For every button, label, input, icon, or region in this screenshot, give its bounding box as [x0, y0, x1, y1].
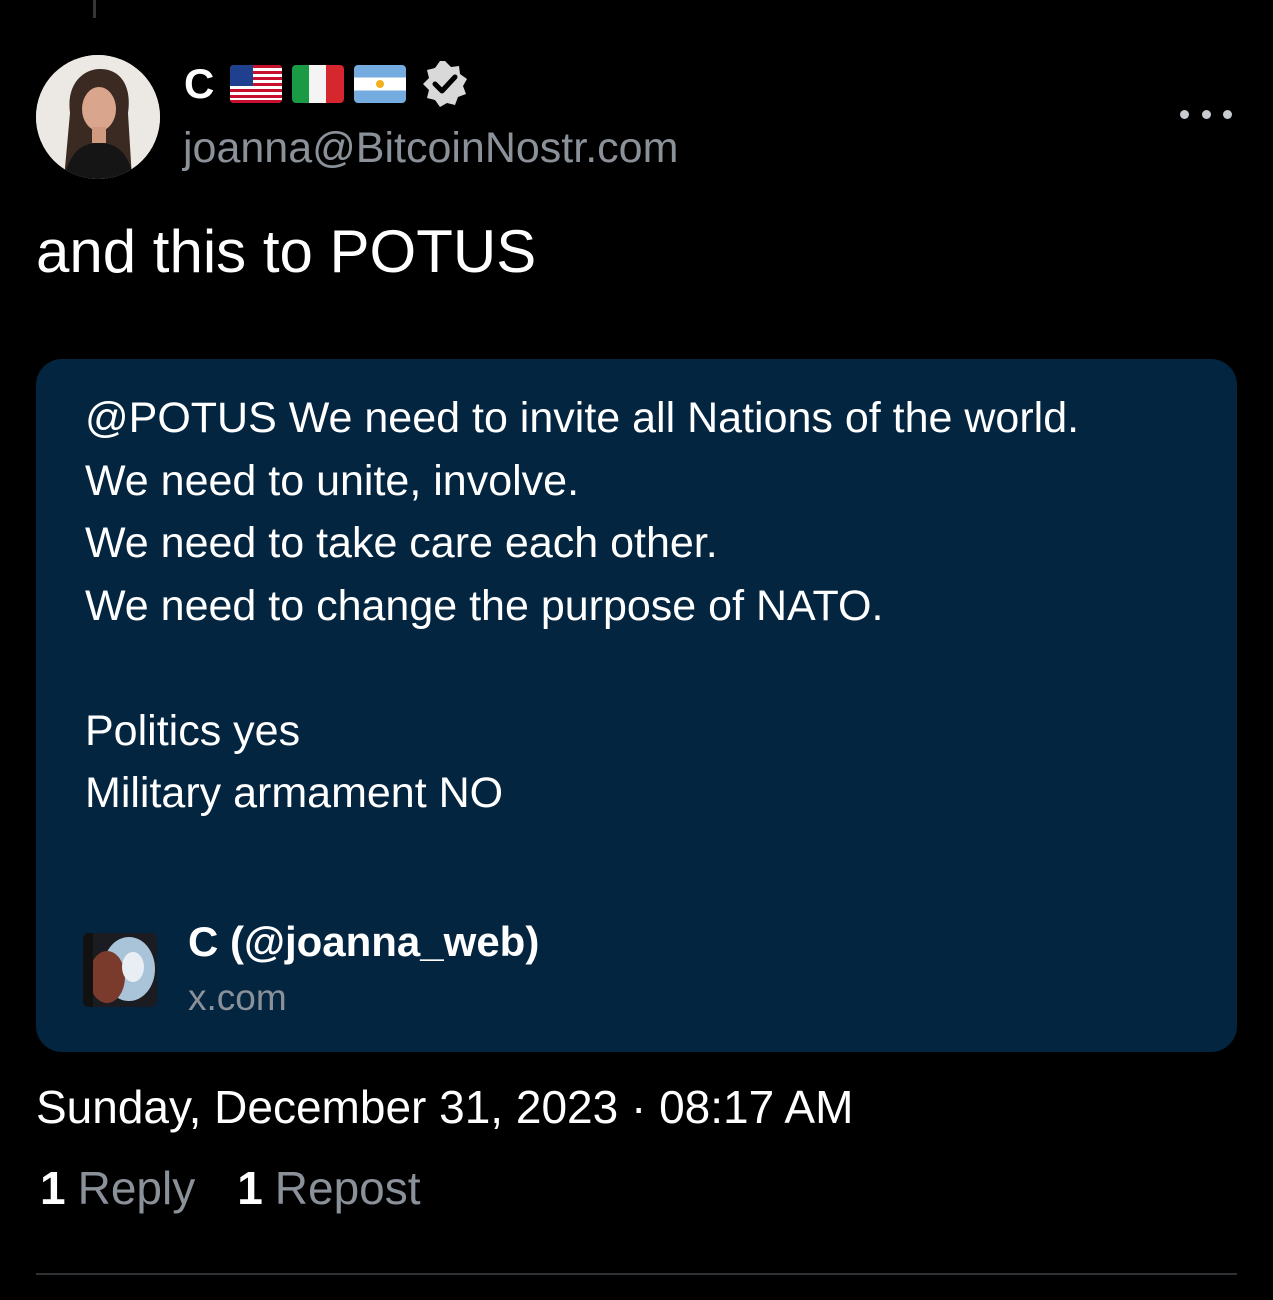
embedded-post-text: @POTUS We need to invite all Nations of … — [85, 394, 1080, 817]
author-display-name[interactable]: C — [184, 60, 214, 108]
argentina-flag-icon — [354, 65, 407, 103]
embedded-link-card[interactable]: @POTUS We need to invite all Nations of … — [36, 359, 1237, 1052]
source-name: C (@joanna_web) — [188, 918, 540, 965]
source-thumbnail-image — [83, 933, 157, 1007]
avatar-photo — [36, 55, 160, 179]
post-timestamp: Sunday, December 31, 2023 · 08:17 AM — [36, 1081, 854, 1133]
us-flag-icon — [230, 65, 283, 103]
bottom-divider — [36, 1273, 1237, 1275]
verified-badge-icon — [423, 61, 468, 107]
source-domain: x.com — [188, 977, 287, 1018]
author-avatar[interactable] — [36, 55, 160, 179]
post-text: and this to POTUS — [36, 218, 537, 285]
author-name-row: C — [184, 60, 470, 108]
replies-count: 1 — [40, 1162, 66, 1214]
more-dot — [1201, 109, 1211, 119]
more-options-icon[interactable] — [1180, 100, 1232, 128]
reposts-stat[interactable]: 1 Repost — [237, 1161, 420, 1215]
reposts-count: 1 — [237, 1162, 263, 1214]
source-thumbnail — [83, 933, 157, 1007]
author-handle[interactable]: joanna@BitcoinNostr.com — [183, 122, 678, 174]
replies-label: Reply — [77, 1162, 196, 1214]
more-dot — [1180, 109, 1189, 119]
italy-flag-icon — [292, 65, 345, 103]
engagement-stats: 1 Reply 1 Repost — [40, 1160, 421, 1216]
thread-connector-line — [93, 0, 96, 18]
more-dot — [1223, 109, 1232, 119]
reposts-label: Repost — [274, 1162, 421, 1214]
replies-stat[interactable]: 1 Reply — [40, 1161, 195, 1215]
